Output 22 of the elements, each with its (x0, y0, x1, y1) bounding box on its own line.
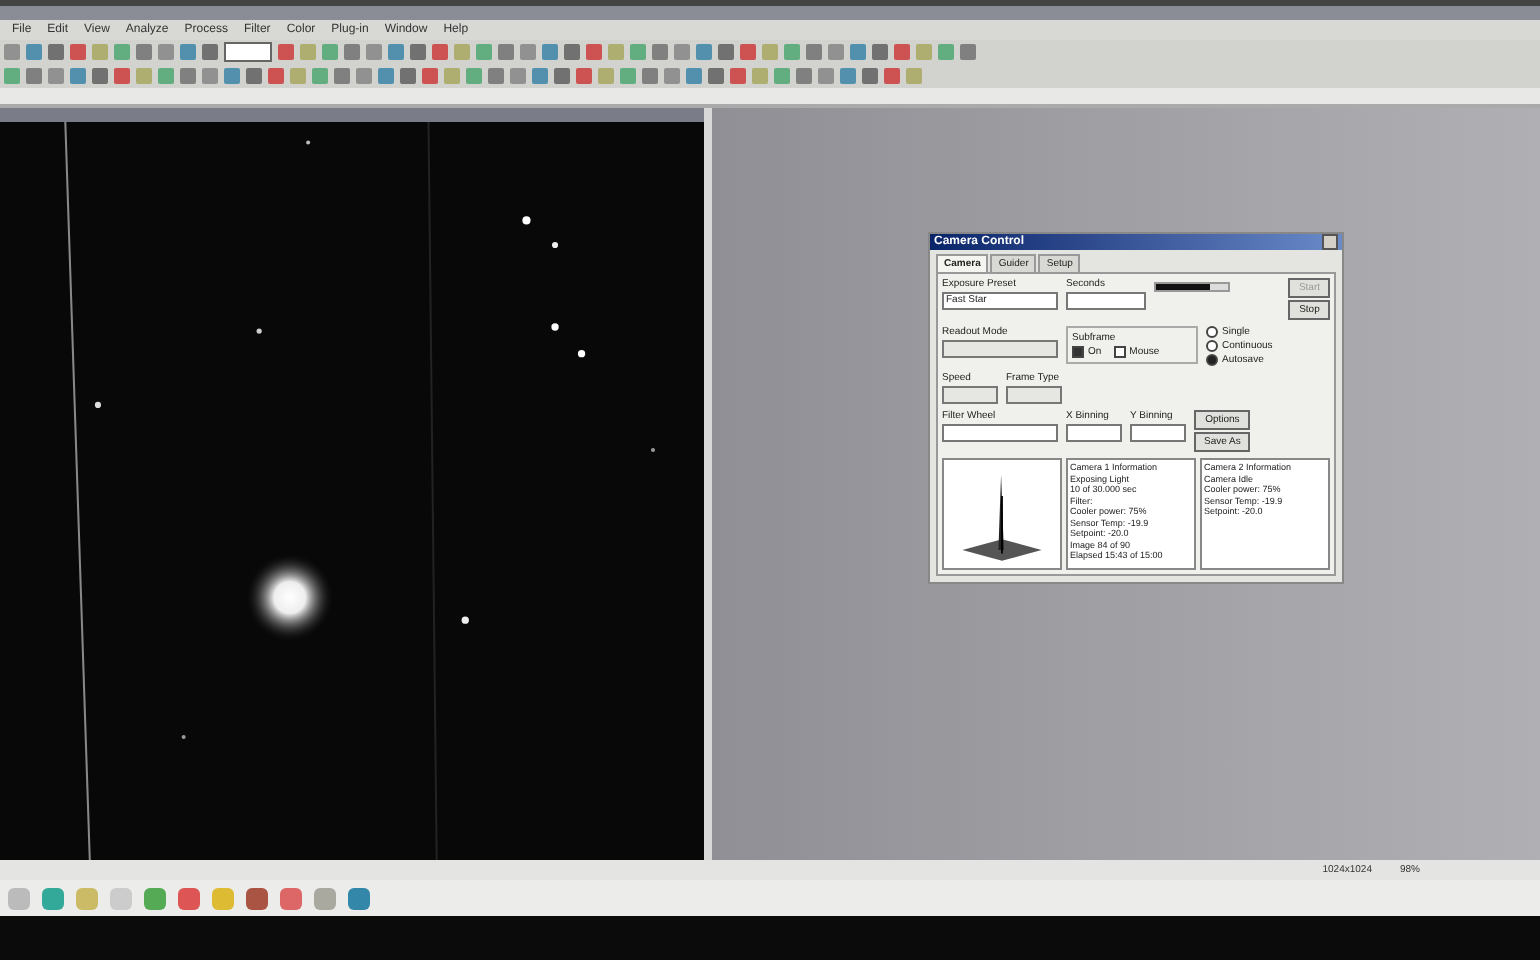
readout-dropdown[interactable] (942, 340, 1058, 358)
radio-button[interactable] (1206, 326, 1218, 338)
taskbar-icon[interactable] (280, 887, 302, 909)
seconds-field[interactable] (1066, 292, 1146, 310)
x-binning-dropdown[interactable] (1066, 424, 1122, 442)
zoom-dropdown[interactable] (224, 42, 272, 62)
taskbar-icon[interactable] (178, 887, 200, 909)
star-profile-drawing (942, 458, 1062, 570)
taskbar-icon[interactable] (246, 887, 268, 909)
taskbar-icon[interactable] (42, 887, 64, 909)
filter-dropdown[interactable] (942, 424, 1058, 442)
close-icon[interactable] (1322, 234, 1338, 250)
taskbar-icon[interactable] (144, 887, 166, 909)
taskbar-icon[interactable] (314, 887, 336, 909)
speed-dropdown[interactable] (942, 386, 998, 404)
taskbar-icon[interactable] (348, 887, 370, 909)
frame-type-dropdown[interactable] (1006, 386, 1062, 404)
radio-button[interactable] (1206, 354, 1218, 366)
y-binning-dropdown[interactable] (1130, 424, 1186, 442)
radio-button[interactable] (1206, 340, 1218, 352)
checkbox[interactable] (1072, 346, 1084, 358)
checkbox[interactable] (1113, 346, 1126, 358)
